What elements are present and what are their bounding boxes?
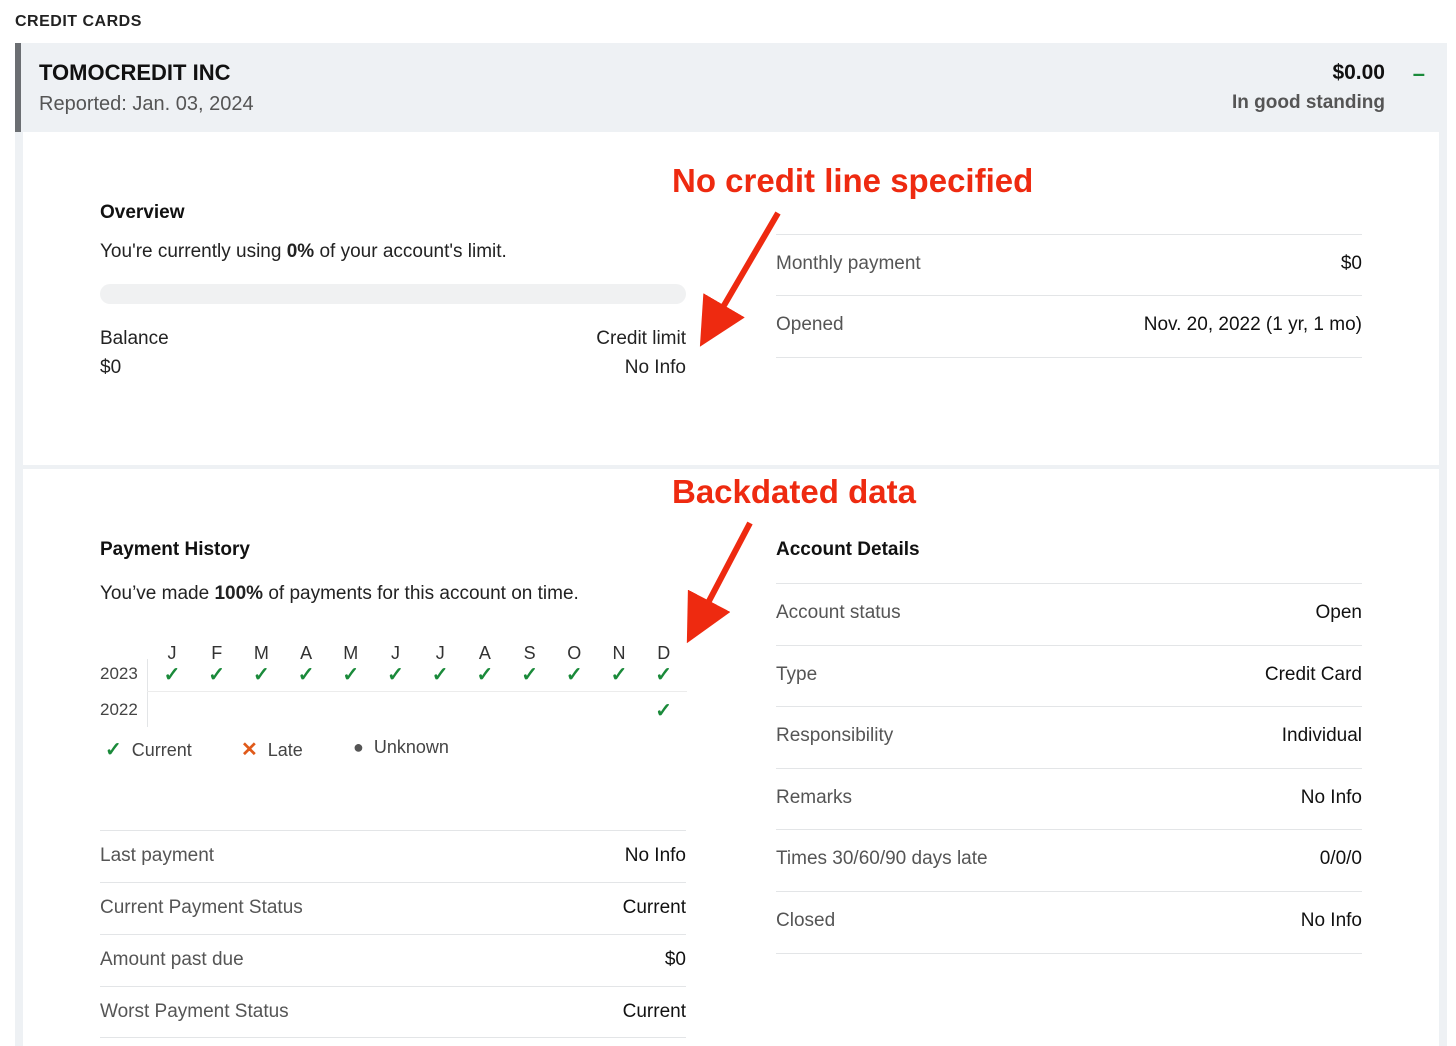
annotation-arrows bbox=[686, 211, 781, 644]
arrow-to-december bbox=[686, 521, 753, 644]
arrow-to-credit-limit bbox=[699, 211, 781, 347]
